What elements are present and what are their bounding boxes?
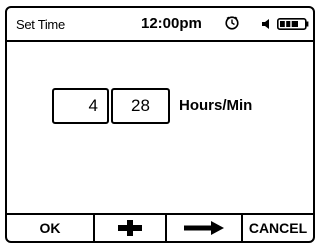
softkey-bar: OK CANCEL [7, 213, 313, 241]
ok-button[interactable]: OK [7, 215, 95, 241]
device-screen: Set Time 12:00pm 4 28 Hours/Min OK CANCE… [5, 6, 315, 243]
battery-icon [277, 18, 309, 30]
status-bar: Set Time 12:00pm [7, 8, 313, 42]
time-unit-label: Hours/Min [179, 97, 253, 114]
clock-time: 12:00pm [141, 15, 202, 32]
plus-icon [118, 220, 142, 236]
clock-icon [225, 16, 239, 30]
ok-label: OK [39, 220, 61, 236]
plus-button[interactable] [95, 215, 167, 241]
speaker-icon [262, 19, 269, 29]
cancel-label: CANCEL [248, 220, 308, 236]
hours-field[interactable]: 4 [52, 88, 109, 124]
screen-title: Set Time [16, 17, 65, 32]
minutes-field[interactable]: 28 [111, 88, 170, 124]
cancel-button[interactable]: CANCEL [243, 215, 313, 241]
next-button[interactable] [167, 215, 243, 241]
arrow-right-icon [184, 221, 224, 235]
